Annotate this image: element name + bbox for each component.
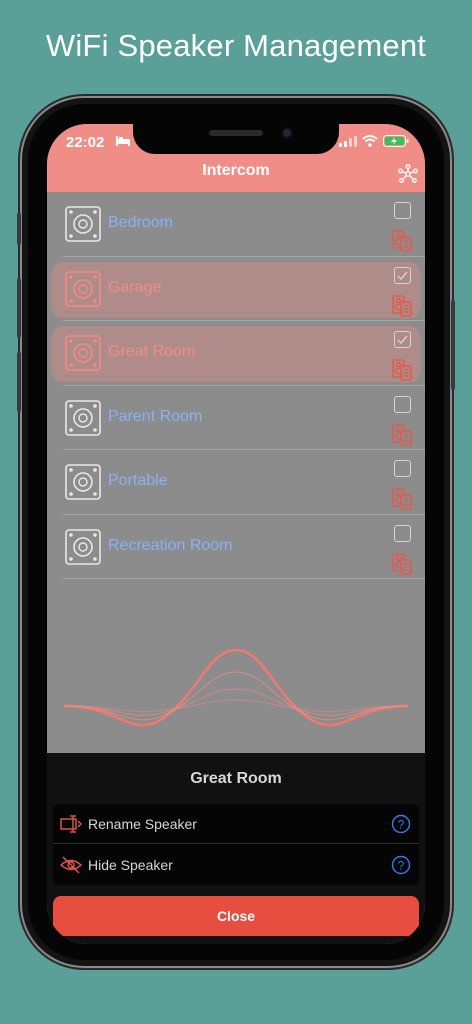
speaker-group-icon[interactable] — [392, 488, 412, 510]
svg-text:?: ? — [398, 818, 405, 832]
speaker-row-bedroom[interactable]: Bedroom — [63, 192, 425, 257]
rename-speaker-item[interactable]: Rename Speaker ? — [53, 804, 419, 844]
speaker-group-icon[interactable] — [392, 552, 412, 575]
menu-label: Rename Speaker — [88, 816, 197, 832]
notch — [133, 124, 339, 154]
checkmark-icon — [397, 335, 408, 345]
volume-up-button — [17, 278, 21, 338]
sheet-title: Great Room — [190, 770, 282, 787]
speaker-checkbox[interactable] — [394, 331, 411, 348]
action-menu: Rename Speaker ? Hide Speaker ? — [53, 804, 419, 885]
status-time: 22:02 — [66, 134, 105, 151]
speaker-icon — [65, 528, 101, 565]
speaker-checkbox[interactable] — [394, 524, 411, 542]
eye-slash-icon — [60, 856, 82, 874]
speaker-name: Portable — [108, 472, 168, 489]
help-icon[interactable]: ? — [391, 855, 411, 875]
phone-screen: 22:02 Intercom Bedroom Garage Great Room… — [47, 124, 425, 944]
action-sheet: Great Room Rename Speaker ? Hide Speaker… — [47, 753, 425, 944]
earpiece — [209, 130, 263, 136]
speaker-name: Recreation Room — [108, 536, 233, 554]
speaker-row-great-room[interactable]: Great Room — [51, 321, 425, 386]
volume-up-button — [17, 213, 21, 245]
speaker-checkbox[interactable] — [394, 202, 411, 219]
speaker-icon — [65, 399, 101, 436]
rename-icon — [60, 815, 82, 833]
signal-icon — [339, 136, 357, 147]
svg-text:?: ? — [398, 859, 405, 873]
row-highlight — [51, 261, 421, 318]
bed-icon — [116, 136, 130, 146]
speaker-row-parent-room[interactable]: Parent Room — [63, 386, 425, 450]
checkmark-icon — [397, 271, 408, 280]
close-button[interactable]: Close — [53, 896, 419, 936]
speaker-name: Great Room — [108, 343, 196, 360]
front-camera — [281, 127, 293, 139]
power-button — [451, 300, 455, 390]
speaker-group-icon[interactable] — [392, 359, 412, 381]
speaker-list: Bedroom Garage Great Room Parent Room Po… — [47, 192, 425, 579]
speaker-name: Garage — [108, 278, 162, 296]
nav-title: Intercom — [202, 162, 270, 179]
volume-down-button — [17, 352, 21, 412]
speaker-icon — [65, 464, 101, 500]
speaker-icon — [65, 206, 101, 242]
speaker-checkbox[interactable] — [394, 395, 411, 413]
hide-speaker-item[interactable]: Hide Speaker ? — [53, 845, 419, 885]
speaker-row-garage[interactable]: Garage — [51, 257, 425, 321]
network-icon[interactable] — [398, 164, 418, 184]
speaker-group-icon[interactable] — [392, 230, 412, 252]
battery-charging-icon — [383, 135, 409, 147]
row-highlight — [51, 326, 421, 382]
help-icon[interactable]: ? — [391, 814, 411, 834]
speaker-name: Bedroom — [108, 214, 173, 231]
speaker-icon — [65, 270, 101, 307]
speaker-group-icon[interactable] — [392, 423, 412, 446]
speaker-row-recreation-room[interactable]: Recreation Room — [63, 515, 425, 579]
speaker-checkbox[interactable] — [394, 460, 411, 477]
speaker-checkbox[interactable] — [394, 266, 411, 284]
speaker-row-portable[interactable]: Portable — [63, 450, 425, 515]
audio-waveform — [63, 648, 409, 727]
wifi-icon — [362, 135, 378, 147]
page-headline: WiFi Speaker Management — [45, 28, 427, 63]
speaker-group-icon[interactable] — [392, 294, 412, 317]
speaker-name: Parent Room — [108, 407, 203, 425]
speaker-icon — [65, 335, 101, 371]
menu-label: Hide Speaker — [88, 857, 173, 873]
